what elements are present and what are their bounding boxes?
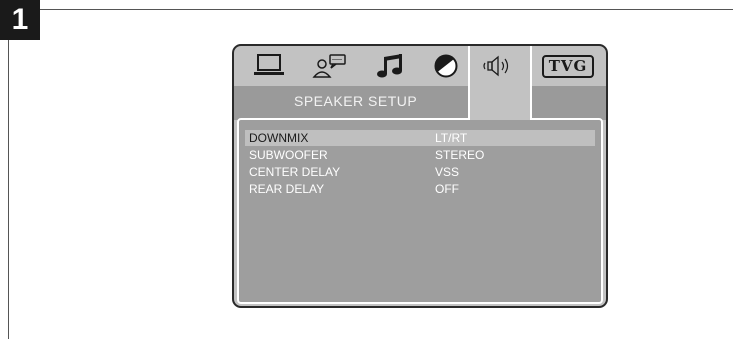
menu-row-value: LT/RT	[435, 131, 468, 145]
menu-title: SPEAKER SETUP	[294, 93, 418, 109]
menu-row-label: CENTER DELAY	[249, 165, 341, 179]
tab-language[interactable]	[306, 46, 354, 86]
menu-content-panel: DOWNMIX LT/RT SUBWOOFER STEREO CENTER DE…	[237, 118, 603, 304]
menu-row-label: REAR DELAY	[249, 182, 325, 196]
menu-row-downmix[interactable]: DOWNMIX LT/RT	[245, 130, 595, 146]
person-speech-icon	[312, 54, 346, 78]
menu-row-value: OFF	[435, 182, 459, 196]
menu-row-label: SUBWOOFER	[249, 148, 328, 162]
step-number-badge: 1	[0, 0, 40, 40]
tab-speaker[interactable]	[468, 46, 532, 120]
tab-video[interactable]	[424, 46, 468, 86]
menu-row-label: DOWNMIX	[249, 131, 309, 145]
tab-general[interactable]	[248, 46, 292, 86]
speaker-icon	[483, 55, 509, 77]
monitor-icon	[254, 54, 284, 75]
menu-row-subwoofer[interactable]: SUBWOOFER STEREO	[245, 147, 595, 163]
setup-tab-bar: TVG	[234, 46, 606, 120]
menu-row-rear-delay[interactable]: REAR DELAY OFF	[245, 181, 595, 197]
tab-tvg[interactable]: TVG	[538, 46, 598, 86]
tab-audio[interactable]	[368, 46, 412, 86]
top-divider	[0, 9, 733, 10]
menu-row-center-delay[interactable]: CENTER DELAY VSS	[245, 164, 595, 180]
menu-row-value: STEREO	[435, 148, 485, 162]
left-divider	[8, 10, 9, 339]
half-circle-icon	[434, 54, 458, 78]
music-note-icon	[377, 54, 402, 78]
tvg-label: TVG	[541, 54, 595, 78]
menu-row-value: VSS	[435, 165, 460, 179]
menu-title-bar	[234, 86, 606, 120]
osd-setup-screen: TVG SPEAKER SETUP DOWNMIX LT/RT SUBWOOFE…	[232, 44, 608, 308]
